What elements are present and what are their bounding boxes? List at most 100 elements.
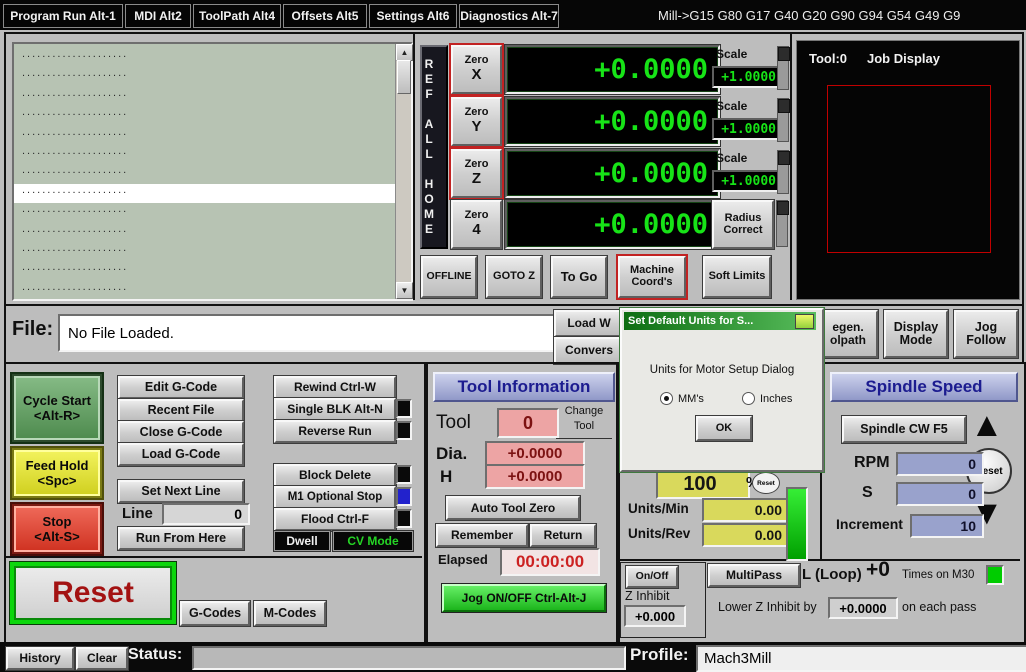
gcodes-button[interactable]: G-Codes [180, 601, 250, 626]
zero-x-button[interactable]: ZeroX [451, 45, 502, 94]
m1-optional-stop-button[interactable]: M1 Optional Stop [274, 486, 396, 509]
units-dialog: Set Default Units for S... Units for Mot… [620, 308, 824, 472]
line-number-field[interactable]: 0 [162, 503, 250, 525]
load-wizards-button[interactable]: Load W [554, 310, 624, 337]
z-inhibit-field[interactable]: +0.000 [624, 605, 686, 627]
dro-x-readout[interactable]: +0.0000 [505, 45, 720, 94]
tab-offsets[interactable]: Offsets Alt5 [283, 4, 367, 28]
z-inhibit-onoff-button[interactable]: On/Off [626, 566, 678, 588]
h-field[interactable]: +0.0000 [485, 464, 585, 489]
block-delete-button[interactable]: Block Delete [274, 464, 396, 487]
radius-correct-slider-knob[interactable] [777, 201, 789, 215]
gcode-line: ..................... [14, 145, 395, 164]
multipass-button[interactable]: MultiPass [708, 564, 800, 587]
radio-mms[interactable]: MM's [660, 392, 704, 405]
jog-follow-button[interactable]: Jog Follow [954, 310, 1018, 358]
file-name-field[interactable]: No File Loaded. [58, 314, 558, 352]
stop-line1: Stop [43, 514, 72, 529]
history-button[interactable]: History [6, 647, 74, 670]
soft-limits-button[interactable]: Soft Limits [703, 256, 771, 298]
radio-inches[interactable]: Inches [742, 392, 792, 405]
rewind-button[interactable]: Rewind Ctrl-W [274, 376, 396, 399]
loop-value-field[interactable]: +0 [866, 558, 890, 582]
change-tool-button[interactable]: Change Tool [556, 404, 612, 439]
return-button[interactable]: Return [530, 524, 596, 547]
units-rev-field[interactable]: 0.00 [702, 523, 790, 547]
scale-z-slider[interactable] [777, 150, 789, 194]
dialog-title: Set Default Units for S... [624, 315, 753, 327]
reverse-run-button[interactable]: Reverse Run [274, 420, 396, 443]
units-min-field[interactable]: 0.00 [702, 498, 790, 522]
gcode-scrollbar[interactable]: ▲ ▼ [395, 44, 411, 299]
machine-coords-button[interactable]: Machine Coord's [618, 256, 686, 298]
s-field[interactable]: 0 [896, 482, 984, 506]
radio-mms-label: MM's [678, 393, 704, 405]
single-blk-button[interactable]: Single BLK Alt-N [274, 398, 396, 421]
scale-x-slider[interactable] [777, 46, 789, 90]
zero-z-button[interactable]: ZeroZ [451, 149, 502, 198]
cv-mode-indicator[interactable]: CV Mode [333, 531, 413, 551]
feed-hold-button[interactable]: Feed Hold <Spc> [12, 448, 102, 498]
scale-y-slider[interactable] [777, 98, 789, 142]
scrollbar-thumb[interactable] [397, 60, 411, 94]
scroll-up-icon[interactable]: ▲ [396, 44, 413, 61]
remember-button[interactable]: Remember [436, 524, 528, 547]
dro-4-readout[interactable]: +0.0000 [505, 200, 720, 249]
stop-button[interactable]: Stop <Alt-S> [12, 504, 102, 554]
run-from-here-button[interactable]: Run From Here [118, 527, 244, 550]
fro-reset-button[interactable]: Reset [752, 472, 780, 494]
cycle-start-button[interactable]: Cycle Start <Alt-R> [12, 374, 102, 442]
zero-4-button[interactable]: Zero4 [451, 200, 502, 249]
regen-toolpath-button[interactable]: egen. olpath [818, 310, 878, 358]
rpm-label: RPM [854, 454, 890, 472]
dro-y-readout[interactable]: +0.0000 [505, 97, 720, 146]
edit-gcode-button[interactable]: Edit G-Code [118, 376, 244, 399]
set-next-line-button[interactable]: Set Next Line [118, 480, 244, 503]
spindle-up-icon[interactable]: ▲ [970, 408, 1004, 442]
scale-x-slider-knob[interactable] [778, 47, 790, 61]
rpm-field[interactable]: 0 [896, 452, 984, 476]
dialog-titlebar-button[interactable] [795, 314, 814, 329]
offline-button[interactable]: OFFLINE [421, 256, 477, 298]
conversational-button[interactable]: Convers [554, 337, 624, 364]
reverse-run-led [396, 421, 412, 440]
scroll-down-icon[interactable]: ▼ [396, 282, 413, 299]
goto-z-button[interactable]: GOTO Z [486, 256, 542, 298]
tab-mdi[interactable]: MDI Alt2 [125, 4, 191, 28]
tab-settings[interactable]: Settings Alt6 [369, 4, 457, 28]
close-gcode-button[interactable]: Close G-Code [118, 421, 244, 444]
gcode-display[interactable]: ..................... ..................… [12, 42, 413, 301]
reset-button[interactable]: Reset [10, 562, 176, 624]
display-mode-button[interactable]: Display Mode [884, 310, 948, 358]
tool-number-field[interactable]: 0 [497, 408, 559, 438]
divider-gcode-dro [413, 34, 415, 300]
recent-file-button[interactable]: Recent File [118, 399, 244, 422]
spindle-cw-button[interactable]: Spindle CW F5 [842, 416, 966, 443]
dialog-titlebar[interactable]: Set Default Units for S... [624, 312, 816, 330]
to-go-button[interactable]: To Go [551, 256, 607, 298]
dro-z-readout[interactable]: +0.0000 [505, 149, 720, 198]
scale-z-slider-knob[interactable] [778, 151, 790, 165]
tab-toolpath[interactable]: ToolPath Alt4 [193, 4, 281, 28]
radius-correct-button[interactable]: Radius Correct [712, 200, 774, 249]
lower-z-inhibit-field[interactable]: +0.0000 [828, 597, 898, 619]
z-inhibit-label: Z Inhibit [625, 589, 669, 603]
clear-button[interactable]: Clear [76, 647, 128, 670]
radius-correct-slider[interactable] [776, 200, 788, 247]
mcodes-button[interactable]: M-Codes [254, 601, 326, 626]
dia-field[interactable]: +0.0000 [485, 441, 585, 466]
tab-program-run[interactable]: Program Run Alt-1 [3, 4, 123, 28]
flood-button[interactable]: Flood Ctrl-F [274, 508, 396, 531]
feedrate-bar[interactable] [786, 487, 808, 561]
ref-all-home-button[interactable]: REF ALL HOME [420, 45, 448, 249]
scale-y-slider-knob[interactable] [778, 99, 790, 113]
load-gcode-button[interactable]: Load G-Code [118, 443, 244, 466]
tab-diagnostics[interactable]: Diagnostics Alt-7 [459, 4, 559, 28]
increment-field[interactable]: 10 [910, 514, 984, 538]
dialog-ok-button[interactable]: OK [696, 416, 752, 441]
feedrate-percent-field[interactable]: 100 [656, 470, 750, 499]
zero-y-button[interactable]: ZeroY [451, 97, 502, 146]
jog-onoff-button[interactable]: Jog ON/OFF Ctrl-Alt-J [442, 584, 606, 612]
dwell-indicator[interactable]: Dwell [274, 531, 330, 551]
auto-tool-zero-button[interactable]: Auto Tool Zero [446, 496, 580, 520]
